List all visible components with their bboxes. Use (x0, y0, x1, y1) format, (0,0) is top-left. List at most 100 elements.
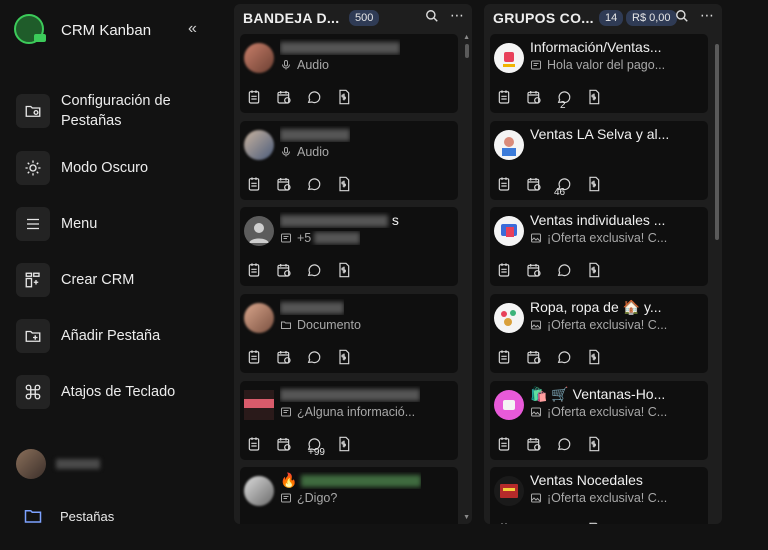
search-icon[interactable] (675, 9, 689, 26)
card-actions (246, 89, 366, 107)
whatsapp-icon[interactable] (556, 262, 586, 280)
invoice-dollar-icon[interactable] (586, 349, 616, 367)
tabs-link[interactable]: Pestañas (24, 508, 114, 524)
sidebar-item-modo-oscuro[interactable]: Modo Oscuro (16, 151, 148, 185)
list-item[interactable]: Documento (240, 294, 458, 373)
notes-icon[interactable] (496, 262, 526, 280)
scroll-down-arrow[interactable]: ▼ (463, 514, 470, 521)
list-item[interactable]: s +5 (240, 207, 458, 286)
invoice-dollar-icon[interactable] (586, 522, 616, 524)
whatsapp-icon[interactable] (306, 176, 336, 194)
group-name: Ventas Nocedales (530, 472, 643, 488)
notes-icon[interactable] (496, 176, 526, 194)
last-message-preview: Audio (280, 58, 329, 72)
whatsapp-icon[interactable] (556, 522, 586, 524)
list-item[interactable]: ¿Alguna informació... +99 (240, 381, 458, 460)
sidebar-item-label: Modo Oscuro (61, 160, 149, 176)
double-chevron-left-icon[interactable]: « (188, 20, 197, 38)
calendar-clock-icon[interactable] (526, 176, 556, 194)
scrollbar[interactable] (715, 44, 719, 240)
sidebar-item-atajos-teclado[interactable]: Atajos de Teclado (16, 375, 175, 409)
user-profile[interactable] (16, 449, 100, 479)
contact-name-redacted (280, 126, 350, 142)
list-item[interactable]: Audio (240, 34, 458, 113)
brand: CRM Kanban (14, 14, 151, 44)
profile-name-redacted (56, 459, 100, 469)
whatsapp-icon[interactable]: +99 (306, 436, 336, 458)
message-icon (281, 493, 291, 503)
card-actions (496, 522, 616, 524)
count-badge: 500 (349, 10, 380, 26)
invoice-dollar-icon[interactable] (336, 262, 366, 280)
contact-name-redacted (280, 39, 400, 55)
calendar-clock-icon[interactable] (276, 349, 306, 367)
notes-icon[interactable] (496, 522, 526, 524)
last-message-preview: ¡Oferta exclusiva! C... (530, 231, 667, 245)
sidebar-item-crear-crm[interactable]: Crear CRM (16, 263, 134, 297)
group-name: Ropa, ropa de 🏠 y... (530, 299, 662, 315)
list-item[interactable]: Ropa, ropa de 🏠 y... ¡Oferta exclusiva! … (490, 294, 708, 373)
sidebar-item-label: Crear CRM (61, 272, 135, 288)
invoice-dollar-icon[interactable] (336, 176, 366, 194)
avatar (16, 449, 46, 479)
whatsapp-icon[interactable]: 46 (554, 176, 586, 198)
invoice-dollar-icon[interactable] (336, 349, 366, 367)
list-item[interactable]: Ventas Nocedales ¡Oferta exclusiva! C... (490, 467, 708, 524)
last-message-preview: Audio (280, 145, 329, 159)
whatsapp-icon[interactable]: 2 (556, 89, 586, 111)
calendar-clock-icon[interactable] (526, 262, 556, 280)
more-options-icon[interactable]: ⋯ (450, 7, 464, 24)
list-item[interactable]: Audio (240, 121, 458, 200)
whatsapp-icon[interactable] (306, 349, 336, 367)
menu-icon (16, 207, 50, 241)
folder-plus-icon (16, 319, 50, 353)
avatar (244, 476, 274, 506)
contact-name-redacted: 🔥 (280, 472, 422, 489)
notes-icon[interactable] (496, 349, 526, 367)
invoice-dollar-icon[interactable] (336, 436, 366, 454)
columns-add-icon (16, 263, 50, 297)
list-item[interactable]: Ventas individuales ... ¡Oferta exclusiv… (490, 207, 708, 286)
invoice-dollar-icon[interactable] (586, 436, 616, 454)
calendar-clock-icon[interactable] (276, 262, 306, 280)
card-actions (246, 349, 366, 367)
scrollbar[interactable] (465, 44, 469, 58)
sidebar-item-configuracion-pestanas[interactable]: Configuración de Pestañas (16, 91, 191, 131)
avatar (244, 390, 274, 420)
sidebar-item-menu[interactable]: Menu (16, 207, 97, 241)
calendar-clock-icon[interactable] (526, 436, 556, 454)
whatsapp-icon[interactable] (306, 262, 336, 280)
search-icon[interactable] (425, 9, 439, 26)
folder-icon (281, 321, 291, 329)
notes-icon[interactable] (496, 436, 526, 454)
calendar-clock-icon[interactable] (526, 522, 556, 524)
calendar-clock-icon[interactable] (276, 176, 306, 194)
avatar (244, 130, 274, 160)
invoice-dollar-icon[interactable] (336, 89, 366, 107)
whatsapp-icon[interactable] (306, 89, 336, 107)
list-item[interactable]: Ventas LA Selva y al... 46 (490, 121, 708, 200)
notes-icon[interactable] (246, 349, 276, 367)
notes-icon[interactable] (246, 436, 276, 454)
list-item[interactable]: 🛍️ 🛒 Ventanas-Ho... ¡Oferta exclusiva! C… (490, 381, 708, 460)
more-options-icon[interactable]: ⋯ (700, 7, 714, 24)
column-title: GRUPOS CO... (493, 10, 594, 26)
scroll-up-arrow[interactable]: ▲ (463, 34, 470, 41)
notes-icon[interactable] (496, 89, 526, 107)
invoice-dollar-icon[interactable] (586, 262, 616, 280)
notes-icon[interactable] (246, 89, 276, 107)
notes-icon[interactable] (246, 176, 276, 194)
calendar-clock-icon[interactable] (526, 89, 556, 107)
calendar-clock-icon[interactable] (526, 349, 556, 367)
list-item[interactable]: Información/Ventas... Hola valor del pag… (490, 34, 708, 113)
notes-icon[interactable] (246, 262, 276, 280)
sidebar-item-anadir-pestana[interactable]: Añadir Pestaña (16, 319, 160, 353)
invoice-dollar-icon[interactable] (586, 89, 616, 107)
whatsapp-icon[interactable] (556, 436, 586, 454)
calendar-clock-icon[interactable] (276, 436, 306, 454)
group-name: Información/Ventas... (530, 39, 662, 55)
whatsapp-icon[interactable] (556, 349, 586, 367)
calendar-clock-icon[interactable] (276, 89, 306, 107)
list-item[interactable]: 🔥 ¿Digo? (240, 467, 458, 524)
invoice-dollar-icon[interactable] (586, 176, 616, 194)
